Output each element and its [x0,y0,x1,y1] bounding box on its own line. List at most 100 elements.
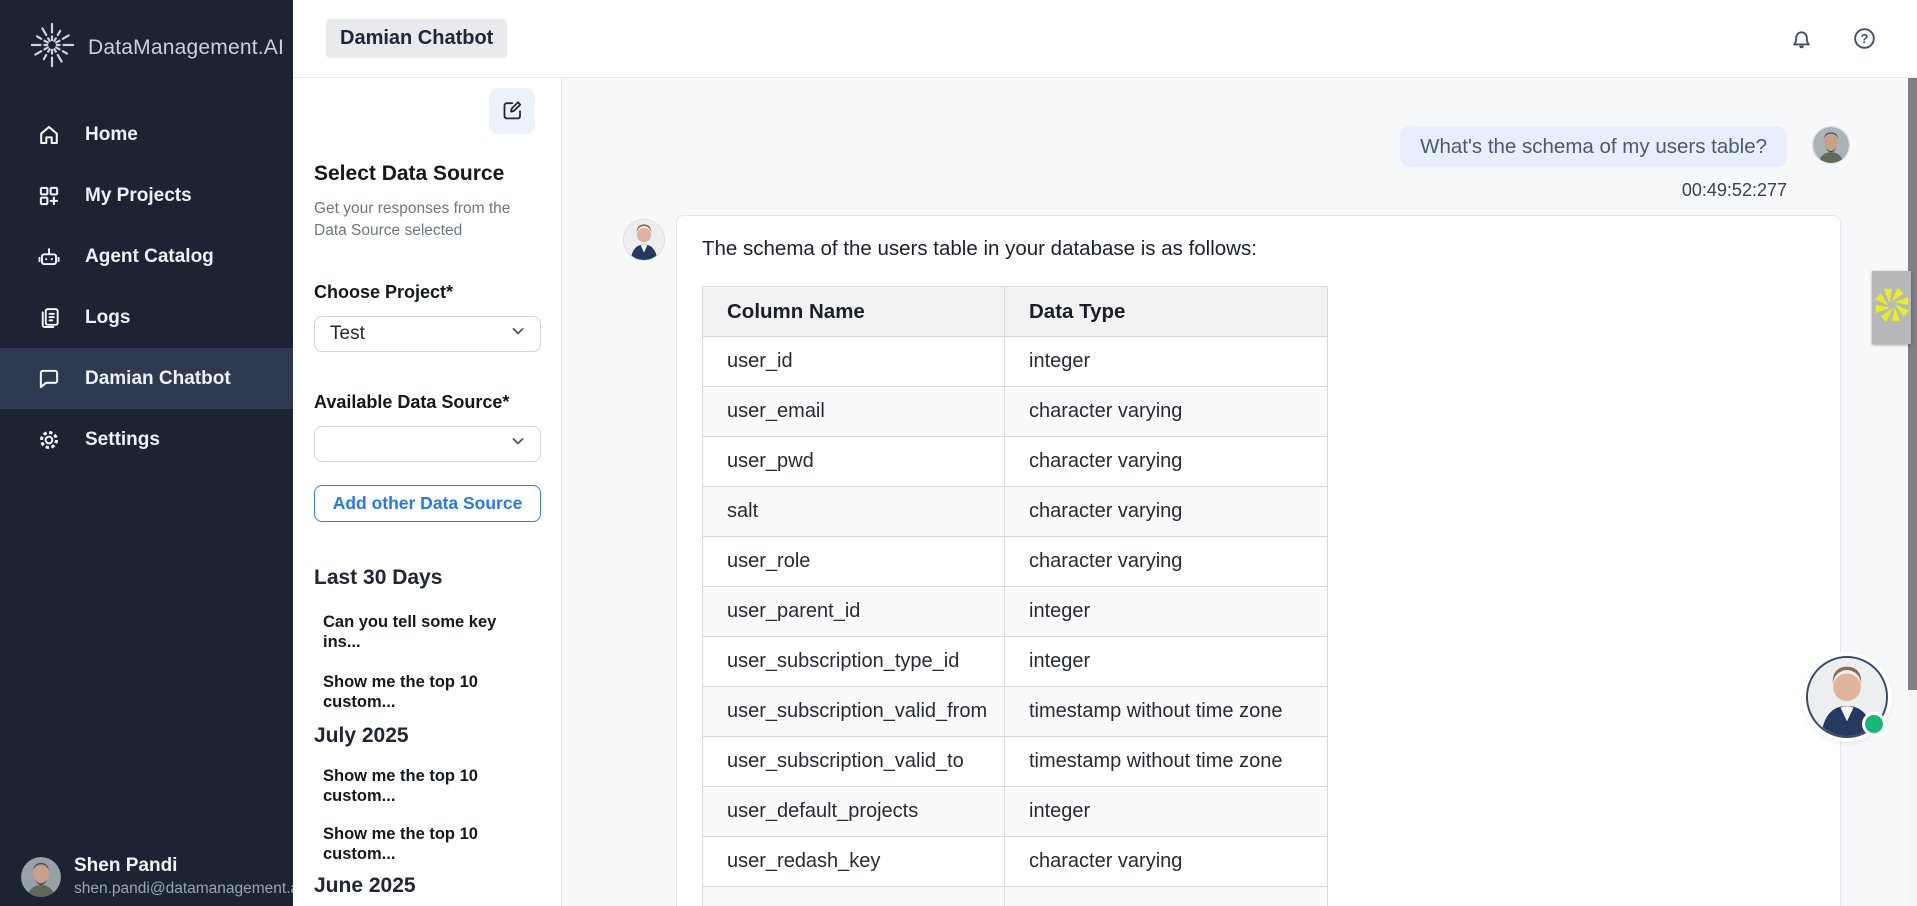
cell-column-name: user_subscription_valid_from [703,687,1005,737]
history-item[interactable]: Can you tell some key ins... [323,612,538,652]
chat-history: Last 30 Days Can you tell some key ins..… [314,566,537,906]
cell-data-type: integer [1005,787,1328,837]
datasource-label: Available Data Source* [314,392,537,413]
cell-column-name: user_id [703,337,1005,387]
cell-column-name: salt [703,487,1005,537]
scrollbar-track[interactable] [1908,78,1917,906]
project-select[interactable]: Test [314,316,541,352]
logs-icon [35,304,63,332]
user-name: Shen Pandi [74,855,293,877]
project-select-value: Test [330,323,365,345]
sidebar-item-home[interactable]: Home [0,104,293,165]
table-row: saltcharacter varying [703,487,1328,537]
projects-grid-icon [35,182,63,210]
sidebar-item-label: Logs [85,307,130,329]
sidebar-item-label: Home [85,124,138,146]
user-email: shen.pandi@datamanagement.ai [74,880,293,898]
table-header-data-type: Data Type [1005,287,1328,337]
table-row: user_default_projectsinteger [703,787,1328,837]
cell-column-name: user_subscription_valid_to [703,737,1005,787]
add-data-source-button[interactable]: Add other Data Source [314,485,541,522]
cell-column-name: user_subscription_type_id [703,637,1005,687]
user-message-row: What's the schema of my users table? 00:… [562,126,1917,201]
table-row: user_subscription_type_idinteger [703,637,1328,687]
cell-data-type: character varying [1005,487,1328,537]
content: Select Data Source Get your responses fr… [293,78,1917,906]
cell-data-type: integer [1005,587,1328,637]
sidebar-item-label: Damian Chatbot [85,368,231,390]
brand-starburst-icon [29,22,75,73]
page-title: Damian Chatbot [326,19,507,58]
history-group-label: July 2025 [314,724,537,748]
table-row: user_rolecharacter varying [703,537,1328,587]
home-icon [35,121,63,149]
table-row: user_redash_keycharacter varying [703,837,1328,887]
table-row: user_subscription_valid_totimestamp with… [703,737,1328,787]
cell-column-name: user_parent_id [703,587,1005,637]
cell-column-name: user_role [703,537,1005,587]
sidebar-item-label: My Projects [85,185,192,207]
message-timestamp: 00:49:52:277 [1682,180,1787,201]
cell-column-name [703,887,1005,906]
bot-message-card: The schema of the users table in your da… [676,215,1841,906]
cell-column-name: user_email [703,387,1005,437]
topbar: Damian Chatbot ? [293,0,1917,78]
panel-subtitle: Get your responses from the Data Source … [314,198,532,242]
sidebar-item-label: Agent Catalog [85,246,214,268]
assistant-avatar-widget[interactable] [1806,656,1888,738]
user-message-bubble: What's the schema of my users table? [1400,126,1787,167]
sidebar-item-logs[interactable]: Logs [0,287,293,348]
svg-text:?: ? [1861,31,1869,46]
cell-column-name: user_default_projects [703,787,1005,837]
sidebar-item-settings[interactable]: Settings [0,409,293,470]
bot-message-text: The schema of the users table in your da… [702,236,1815,262]
table-header-column-name: Column Name [703,287,1005,337]
sidebar-item-label: Settings [85,429,160,451]
project-label: Choose Project* [314,282,537,303]
sidebar-nav: Home My Projects Agent Catalog Logs [0,104,293,855]
help-button[interactable]: ? [1851,25,1878,52]
sidebar-user[interactable]: Shen Pandi shen.pandi@datamanagement.ai [0,855,293,906]
cell-data-type: timestamp without time zone [1005,687,1328,737]
online-status-dot [1862,712,1886,736]
user-message-avatar [1812,126,1850,164]
cell-data-type: integer [1005,337,1328,387]
cell-column-name: user_pwd [703,437,1005,487]
notifications-button[interactable] [1788,25,1815,52]
feedback-tab[interactable] [1872,271,1911,344]
history-group-label: Last 30 Days [314,566,537,590]
sidebar-item-my-projects[interactable]: My Projects [0,165,293,226]
topbar-actions: ? [1788,25,1878,52]
cell-data-type [1005,887,1328,906]
user-avatar [21,857,61,897]
brand: DataManagement.AI [0,0,293,72]
table-row: user_parent_idinteger [703,587,1328,637]
history-item[interactable]: Show me the top 10 custom... [323,824,538,864]
edit-square-icon [500,98,524,125]
bot-message-row: The schema of the users table in your da… [562,215,1917,906]
cell-column-name: user_redash_key [703,837,1005,887]
sidebar-item-agent-catalog[interactable]: Agent Catalog [0,226,293,287]
schema-table: Column Name Data Type user_idinteger use… [702,286,1328,906]
main: Damian Chatbot ? [293,0,1917,906]
history-group-label: June 2025 [314,874,537,898]
history-item[interactable]: Show me the top 10 custom... [323,766,538,806]
table-row: user_emailcharacter varying [703,387,1328,437]
gear-icon [35,426,63,454]
cell-data-type: character varying [1005,837,1328,887]
datasource-select[interactable] [314,426,541,462]
history-item[interactable]: Show me the top 10 custom... [323,672,538,712]
sidebar-item-damian-chatbot[interactable]: Damian Chatbot [0,348,293,409]
panel-title: Select Data Source [314,162,537,186]
table-row: user_idinteger [703,337,1328,387]
bot-avatar [623,219,665,261]
cell-data-type: timestamp without time zone [1005,737,1328,787]
new-chat-button[interactable] [489,88,535,134]
brand-name: DataManagement.AI [88,36,284,60]
cell-data-type: character varying [1005,437,1328,487]
scrollbar-thumb[interactable] [1908,78,1917,690]
starburst-icon [1874,287,1910,328]
cell-data-type: character varying [1005,537,1328,587]
table-row: user_pwdcharacter varying [703,437,1328,487]
app-root: DataManagement.AI Home My Projects Agent… [0,0,1917,906]
